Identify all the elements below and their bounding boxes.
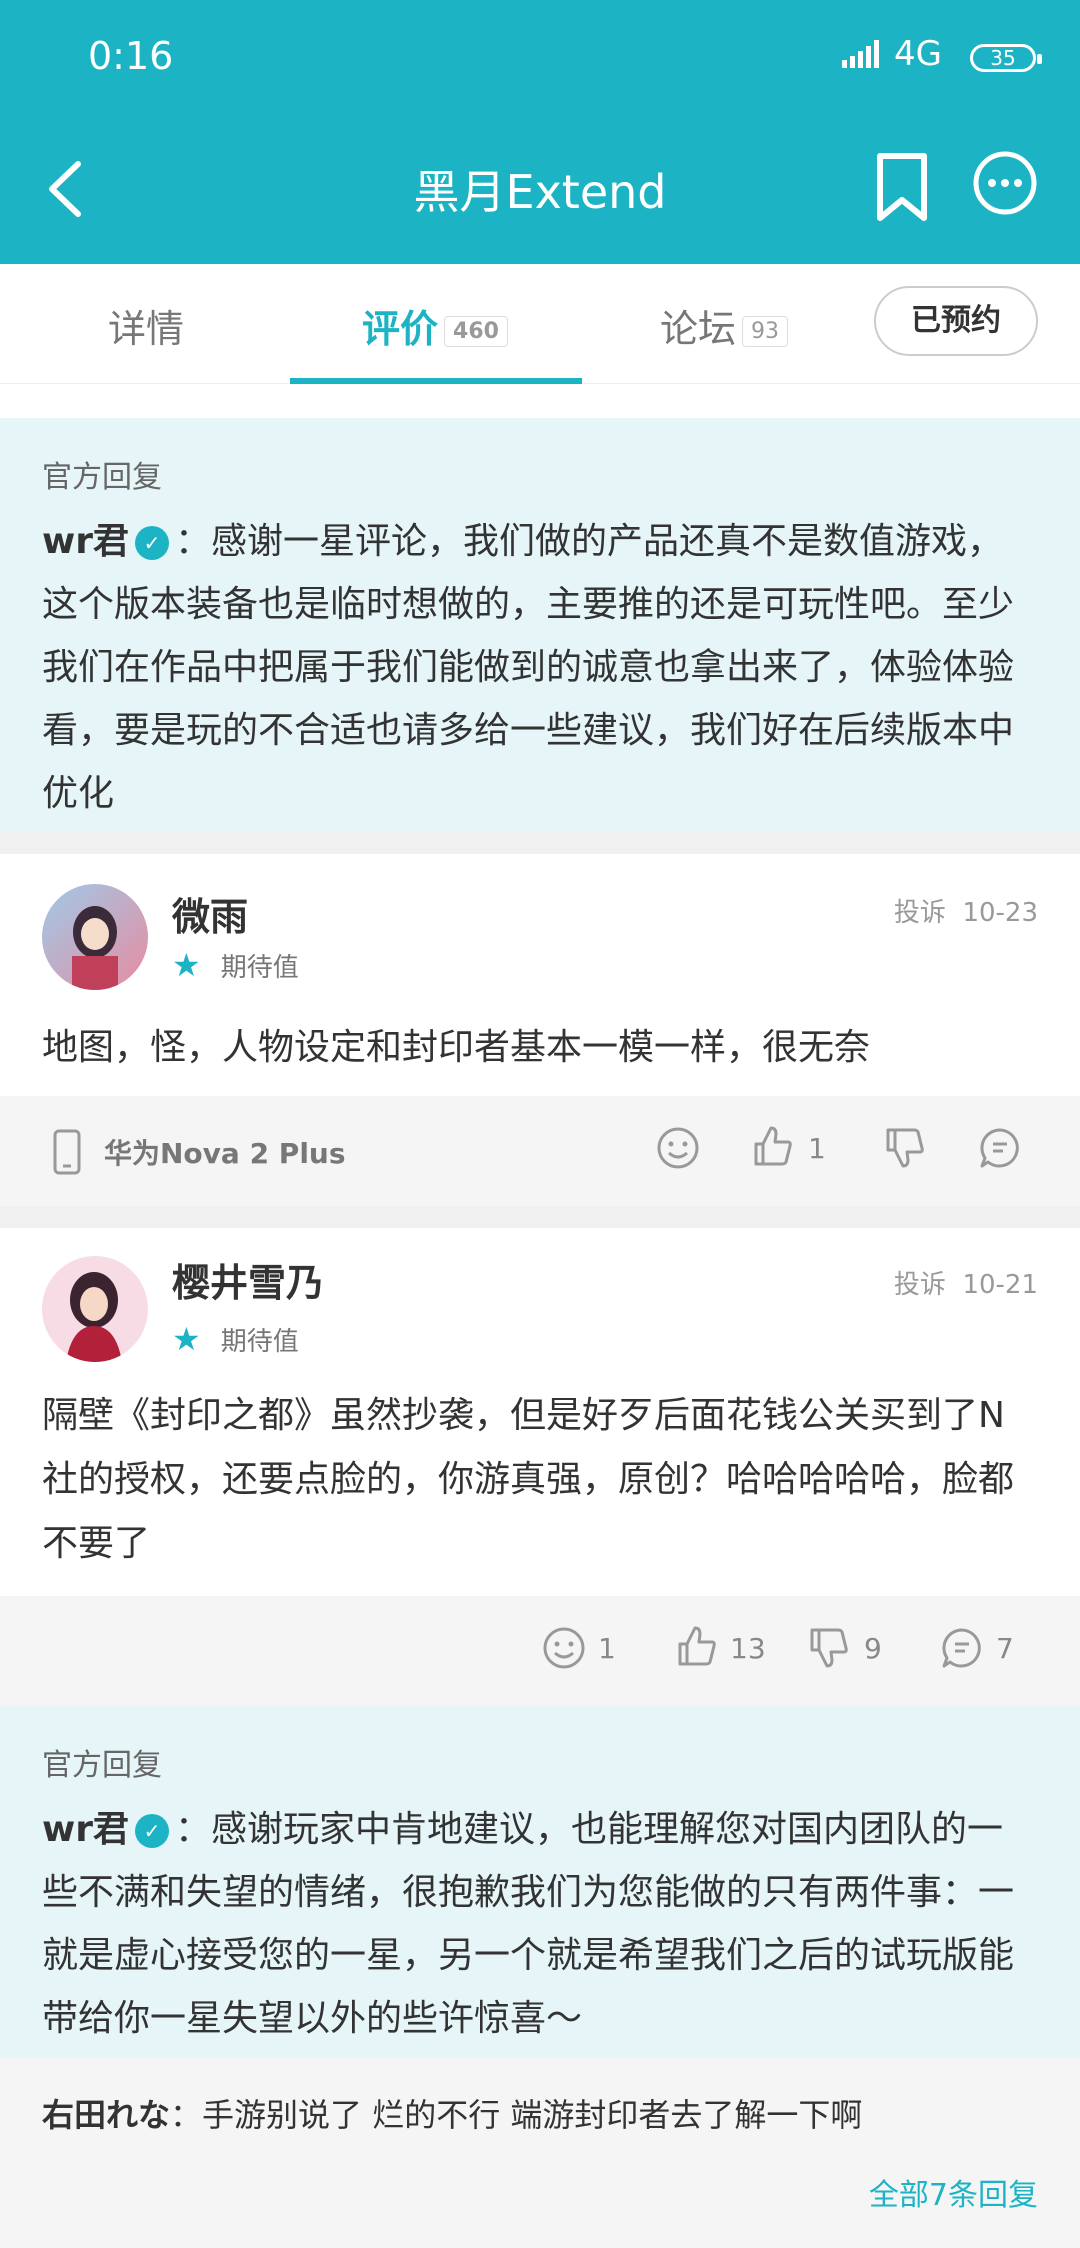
like-count: 13 <box>730 1632 766 1665</box>
thumbs-up-icon[interactable] <box>752 1124 794 1168</box>
thumbs-down-icon[interactable] <box>808 1626 850 1670</box>
more-options-icon[interactable] <box>972 150 1038 216</box>
sub-reply-text: ：手游别说了 烂的不行 端游封印者去了解一下啊 <box>170 2096 863 2134</box>
signal-icon <box>842 40 879 68</box>
tab-forum[interactable]: 论坛 93 <box>660 298 789 353</box>
review-username[interactable]: 樱井雪乃 <box>172 1252 324 1307</box>
comment-icon[interactable] <box>978 1126 1022 1170</box>
review-meta: 投诉 10-23 <box>894 892 1038 929</box>
thumbs-down-icon[interactable] <box>884 1126 926 1170</box>
official-author[interactable]: wr君 <box>42 521 129 562</box>
reserved-button[interactable]: 已预约 <box>874 286 1038 356</box>
official-reply-body: wr君 ✓ ：感谢玩家中肯地建议，也能理解您对国内团队的一些不满和失望的情绪，很抱歉… <box>42 1798 1038 2050</box>
emoji-icon[interactable] <box>656 1126 700 1170</box>
star-icon: ★ <box>172 1320 201 1358</box>
verified-icon: ✓ <box>135 1814 170 1848</box>
all-replies-link[interactable]: 全部7条回复 <box>869 2170 1038 2214</box>
device-label: 华为Nova 2 Plus <box>104 1137 346 1170</box>
status-time: 0:16 <box>88 34 174 78</box>
review-action-bar: 华为Nova 2 Plus 1 <box>0 1096 1080 1206</box>
rating-row: ★ 期待值 <box>172 1320 299 1358</box>
review-text: 地图，怪，人物设定和封印者基本一模一样，很无奈 <box>42 1027 871 1068</box>
divider <box>0 1206 1080 1228</box>
official-reply-tag: 官方回复 <box>42 460 162 495</box>
official-reply: 官方回复 wr君 ✓ ：感谢玩家中肯地建议，也能理解您对国内团队的一些不满和失望的情… <box>0 1706 1080 2058</box>
official-reply: 官方回复 wr君 ✓ ：感谢一星评论，我们做的产品还真不是数值游戏，这个版本装备也是… <box>0 418 1080 832</box>
avatar[interactable] <box>42 1256 148 1362</box>
official-reply-body: wr君 ✓ ：感谢一星评论，我们做的产品还真不是数值游戏，这个版本装备也是临时想做的… <box>42 510 1038 825</box>
review-date: 10-21 <box>962 1270 1038 1300</box>
nav-bar: 黑月Extend <box>0 120 1080 264</box>
review-card: 樱井雪乃 投诉 10-21 ★ 期待值 隔壁《封印之都》虽然抄袭，但是好歹后面花钱… <box>0 1228 1080 1596</box>
official-reply-text: ：感谢玩家中肯地建议，也能理解您对国内团队的一些不满和失望的情绪，很抱歉我们为您… <box>42 1809 1015 2039</box>
official-reply-tag: 官方回复 <box>42 1748 162 1783</box>
thumbs-up-icon[interactable] <box>676 1624 718 1668</box>
network-label: 4G <box>894 34 942 74</box>
review-action-bar: 1 13 9 7 <box>0 1596 1080 1706</box>
app-header: 0:16 4G 35 黑月Extend <box>0 0 1080 264</box>
star-icon: ★ <box>172 946 201 984</box>
official-reply-text: ：感谢一星评论，我们做的产品还真不是数值游戏，这个版本装备也是临时想做的，主要推… <box>42 521 1015 814</box>
comment-count: 7 <box>996 1632 1014 1665</box>
forum-count-badge: 93 <box>742 316 789 347</box>
review-meta: 投诉 10-21 <box>894 1264 1038 1301</box>
report-link[interactable]: 投诉 <box>894 1270 946 1300</box>
report-link[interactable]: 投诉 <box>894 898 946 928</box>
verified-icon: ✓ <box>135 526 170 560</box>
review-username[interactable]: 微雨 <box>172 886 248 941</box>
tab-reviews[interactable]: 评价 460 <box>362 298 508 353</box>
phone-icon <box>53 1129 81 1175</box>
like-count: 1 <box>808 1132 826 1165</box>
official-author[interactable]: wr君 <box>42 1809 129 1850</box>
dislike-count: 9 <box>864 1632 882 1665</box>
tab-details[interactable]: 详情 <box>108 298 184 353</box>
status-bar: 0:16 4G 35 <box>0 0 1080 120</box>
bookmark-icon[interactable] <box>868 150 936 224</box>
review-date: 10-23 <box>962 898 1038 928</box>
reply-section <box>0 2058 1080 2248</box>
review-count-badge: 460 <box>444 316 508 347</box>
rating-row: ★ 期待值 <box>172 946 299 984</box>
review-text: 隔壁《封印之都》虽然抄袭，但是好歹后面花钱公关买到了N社的授权，还要点脸的，你游… <box>42 1395 1015 1564</box>
sub-reply: 右田れな：手游别说了 烂的不行 端游封印者去了解一下啊 <box>42 2090 862 2136</box>
comment-icon[interactable] <box>940 1626 984 1670</box>
divider <box>0 832 1080 854</box>
emoji-icon[interactable] <box>542 1626 586 1670</box>
avatar[interactable] <box>42 884 148 990</box>
emoji-count: 1 <box>598 1632 616 1665</box>
battery-icon: 35 <box>970 44 1042 72</box>
active-tab-indicator <box>290 378 582 384</box>
sub-reply-author[interactable]: 右田れな <box>42 2096 170 2134</box>
